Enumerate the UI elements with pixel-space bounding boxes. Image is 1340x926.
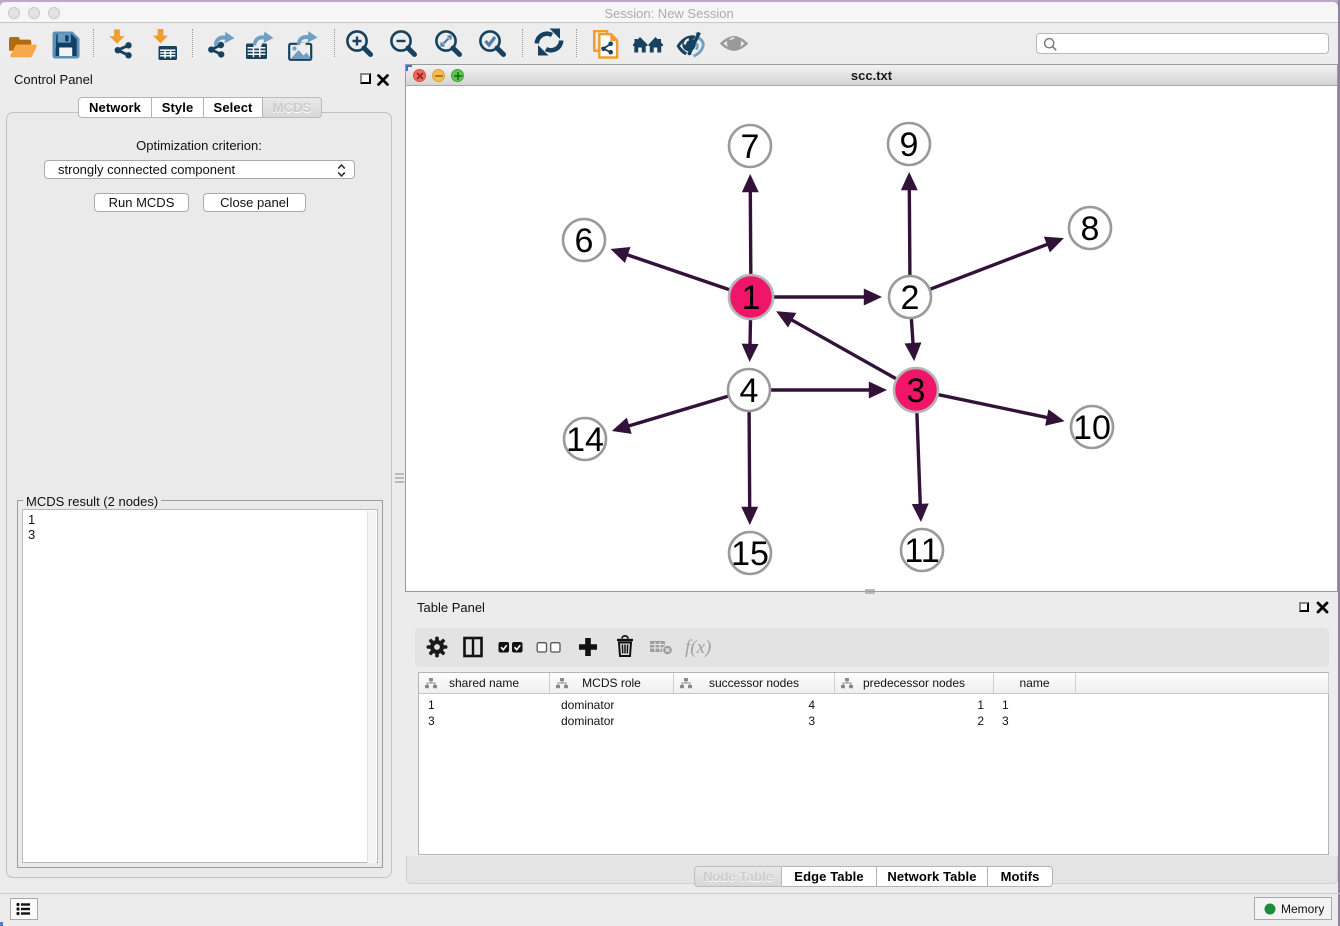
svg-text:10: 10	[1073, 409, 1111, 447]
svg-text:1: 1	[742, 279, 761, 317]
svg-text:7: 7	[741, 128, 760, 166]
svg-text:15: 15	[731, 535, 769, 573]
svg-text:2: 2	[901, 279, 920, 317]
svg-text:9: 9	[900, 126, 919, 164]
svg-text:3: 3	[907, 372, 926, 410]
svg-text:6: 6	[575, 222, 594, 260]
svg-text:11: 11	[904, 532, 939, 570]
svg-text:14: 14	[566, 421, 604, 459]
svg-text:f(x): f(x)	[685, 637, 711, 658]
svg-text:8: 8	[1081, 210, 1100, 248]
svg-text:4: 4	[740, 372, 759, 410]
